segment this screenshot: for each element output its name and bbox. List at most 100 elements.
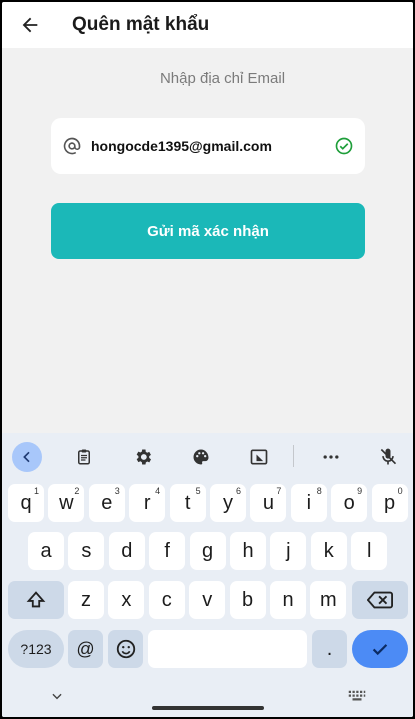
key-label: y: [223, 491, 233, 514]
soft-keyboard: ?123 @ . q1w2e3r4t5y6u7i8o9p0asdfghjklzx…: [2, 433, 413, 717]
key-label: d: [121, 539, 133, 562]
check-circle-icon: [329, 136, 359, 156]
key-hint: 4: [155, 486, 161, 496]
key-hint: 8: [316, 486, 322, 496]
settings-button[interactable]: [128, 442, 158, 472]
key-label: c: [161, 588, 172, 611]
resize-keyboard-button[interactable]: [244, 442, 274, 472]
key-r[interactable]: r4: [129, 484, 166, 522]
at-icon: [57, 136, 87, 156]
done-key[interactable]: [352, 630, 408, 668]
key-label: p: [384, 491, 396, 514]
symbols-key[interactable]: ?123: [8, 630, 64, 668]
back-button[interactable]: [2, 2, 58, 48]
send-code-button[interactable]: Gửi mã xác nhận: [51, 203, 365, 259]
key-label: f: [164, 539, 170, 562]
palette-icon: [193, 449, 209, 465]
resize-icon: [250, 449, 268, 465]
key-label: o: [343, 491, 355, 514]
keyboard-switch-icon[interactable]: [348, 689, 366, 703]
key-label: a: [40, 539, 52, 562]
key-x[interactable]: x: [108, 581, 145, 619]
app-bar: Quên mật khẩu: [2, 2, 413, 48]
key-k[interactable]: k: [310, 532, 347, 570]
key-label: b: [242, 588, 254, 611]
key-t[interactable]: t5: [169, 484, 206, 522]
more-button[interactable]: [316, 442, 346, 472]
email-input[interactable]: [91, 138, 329, 154]
backspace-key[interactable]: [352, 581, 408, 619]
key-label: t: [184, 491, 191, 514]
keyboard-toolbar: [2, 433, 413, 479]
key-g[interactable]: g: [189, 532, 226, 570]
key-label: z: [81, 588, 91, 611]
key-label: x: [121, 588, 132, 611]
more-icon: [323, 455, 339, 459]
page-title: Quên mật khẩu: [72, 14, 210, 35]
key-hint: 9: [357, 486, 363, 496]
key-d[interactable]: d: [108, 532, 145, 570]
key-label: w: [59, 491, 74, 514]
key-label: g: [202, 539, 214, 562]
key-m[interactable]: m: [310, 581, 347, 619]
key-s[interactable]: s: [68, 532, 105, 570]
toolbar-divider: [293, 445, 294, 467]
voice-input-button[interactable]: [373, 442, 403, 472]
key-label: m: [320, 588, 337, 611]
at-key[interactable]: @: [68, 630, 103, 668]
key-h[interactable]: h: [230, 532, 266, 570]
key-p[interactable]: p0: [371, 484, 408, 522]
email-prompt: Nhập địa chỉ Email: [159, 70, 286, 87]
collapse-keyboard-button[interactable]: [12, 442, 42, 472]
key-hint: 6: [235, 486, 241, 496]
key-label: s: [81, 539, 92, 562]
key-b[interactable]: b: [229, 581, 266, 619]
key-hint: 3: [114, 486, 120, 496]
key-v[interactable]: v: [189, 581, 226, 619]
key-y[interactable]: y6: [210, 484, 246, 522]
space-key[interactable]: [148, 630, 307, 668]
gear-icon: [136, 449, 151, 465]
key-q[interactable]: q1: [8, 484, 44, 522]
period-key[interactable]: .: [312, 630, 347, 668]
key-hint: 5: [195, 486, 201, 496]
key-e[interactable]: e3: [88, 484, 125, 522]
backspace-icon: [367, 591, 393, 609]
key-u[interactable]: u7: [250, 484, 287, 522]
key-label: h: [242, 539, 254, 562]
key-label: q: [20, 491, 32, 514]
mic-off-icon: [380, 448, 397, 465]
key-j[interactable]: j: [270, 532, 307, 570]
key-label: v: [202, 588, 213, 611]
clipboard-button[interactable]: [69, 442, 99, 472]
key-o[interactable]: o9: [331, 484, 368, 522]
theme-button[interactable]: [186, 442, 216, 472]
chevron-left-icon: [23, 451, 30, 463]
shift-key[interactable]: [8, 581, 64, 619]
key-hint: 7: [276, 486, 282, 496]
check-icon: [372, 644, 388, 656]
emoji-key[interactable]: [108, 630, 143, 668]
chevron-down-icon[interactable]: [50, 689, 64, 703]
key-label: j: [286, 539, 291, 562]
key-hint: 1: [33, 486, 39, 496]
key-hint: 2: [74, 486, 80, 496]
key-label: r: [143, 491, 151, 514]
key-label: k: [323, 539, 334, 562]
key-f[interactable]: f: [149, 532, 186, 570]
key-hint: 0: [397, 486, 403, 496]
key-z[interactable]: z: [68, 581, 104, 619]
key-i[interactable]: i8: [290, 484, 327, 522]
key-c[interactable]: c: [148, 581, 185, 619]
key-label: u: [262, 491, 274, 514]
key-w[interactable]: w2: [48, 484, 85, 522]
arrow-left-icon: [22, 17, 38, 33]
emoji-icon: [116, 639, 135, 659]
shift-icon: [26, 591, 46, 608]
key-l[interactable]: l: [351, 532, 388, 570]
key-n[interactable]: n: [270, 581, 306, 619]
email-field[interactable]: [51, 118, 365, 174]
key-label: e: [101, 491, 113, 514]
key-a[interactable]: a: [28, 532, 64, 570]
home-indicator[interactable]: [152, 706, 264, 710]
